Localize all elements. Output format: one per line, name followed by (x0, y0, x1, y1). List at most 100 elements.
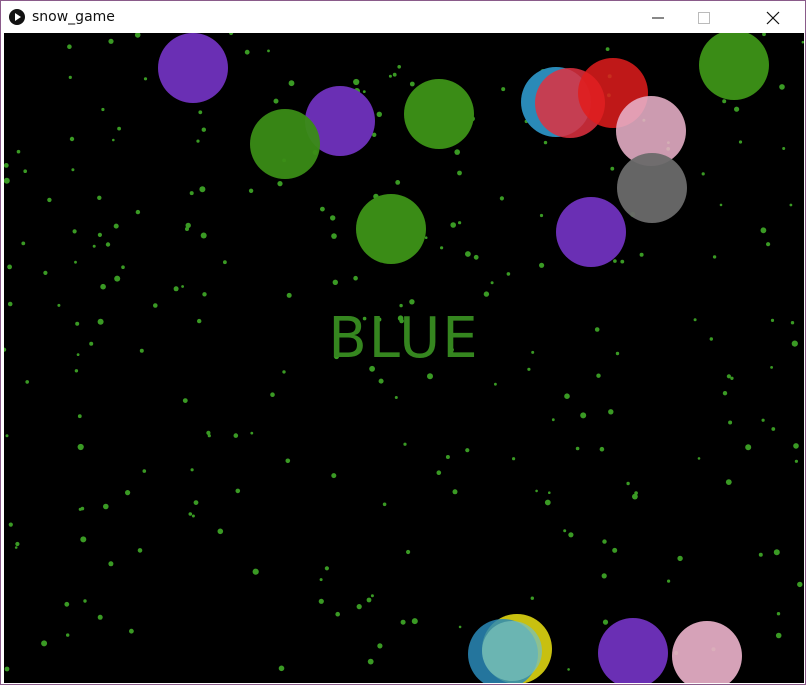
snowflake (667, 579, 671, 583)
snowflake (277, 181, 283, 187)
snowflake (766, 242, 771, 247)
snowflake (639, 252, 644, 257)
maximize-button[interactable] (681, 3, 727, 32)
snowflake (454, 149, 461, 155)
snowflake (331, 233, 337, 239)
snowflake (760, 227, 767, 234)
ball[interactable] (482, 621, 542, 681)
snowflake (217, 528, 224, 535)
snowflake (142, 469, 147, 473)
snowflake (181, 285, 185, 288)
snowflake (353, 275, 358, 281)
game-canvas[interactable]: BLUE (4, 33, 804, 683)
snowflake (15, 541, 20, 547)
snowflake (332, 279, 338, 285)
snowflake (64, 601, 70, 607)
ball[interactable] (617, 153, 687, 223)
snowflake (100, 283, 106, 290)
snowflake (758, 552, 763, 557)
snowflake (83, 599, 87, 603)
snowflake (771, 427, 776, 431)
ball[interactable] (404, 79, 474, 149)
snowflake (125, 490, 131, 496)
snowflake (403, 442, 407, 446)
snowflake (330, 215, 336, 221)
snowflake (113, 223, 119, 229)
play-icon (9, 9, 25, 25)
snowflake (233, 433, 239, 438)
snowflake (47, 197, 52, 203)
snowflake (66, 633, 70, 637)
snowflake (68, 75, 72, 79)
snowflake (252, 568, 259, 575)
snowflake (394, 396, 398, 399)
snowflake (71, 168, 75, 172)
snowflake (4, 666, 10, 672)
snowflake (738, 140, 743, 144)
snowflake (77, 443, 84, 451)
snowflake (494, 382, 497, 386)
snowflake (188, 512, 193, 516)
snowflake (409, 81, 415, 87)
snowflake (801, 40, 804, 44)
snowflake (235, 488, 241, 494)
ball[interactable] (598, 618, 668, 683)
snowflake (568, 532, 574, 538)
snowflake (512, 457, 516, 461)
snowflake (567, 668, 570, 671)
snowflake (366, 597, 372, 603)
snowflake (539, 262, 545, 268)
snowflake (465, 251, 471, 257)
snowflake (108, 38, 114, 44)
snowflake (613, 259, 617, 263)
ball[interactable] (672, 621, 742, 683)
ball[interactable] (699, 33, 769, 100)
snowflake (605, 47, 610, 51)
snowflake (7, 264, 12, 270)
title-bar[interactable]: snow_game (2, 2, 804, 32)
snowflake (548, 491, 551, 495)
snowflake (712, 255, 717, 259)
snowflake (229, 33, 234, 36)
snowflake (185, 227, 189, 231)
snowflake (273, 98, 279, 104)
snowflake (697, 457, 701, 460)
snowflake (409, 299, 415, 305)
snowflake (473, 254, 479, 260)
snowflake (319, 578, 323, 582)
snowflake (608, 409, 614, 415)
snowflake (201, 127, 206, 132)
minimize-button[interactable] (635, 3, 681, 32)
snowflake (551, 418, 555, 422)
snowflake (458, 221, 462, 225)
snowflake (288, 80, 295, 87)
ball[interactable] (250, 109, 320, 179)
snowflake (5, 434, 9, 438)
snowflake (189, 191, 194, 196)
snowflake (335, 611, 341, 617)
snowflake (436, 470, 442, 476)
snowflake (730, 376, 734, 380)
ball[interactable] (556, 197, 626, 267)
ball[interactable] (356, 194, 426, 264)
snowflake (173, 286, 179, 292)
snowflake (134, 33, 141, 38)
snowflake (77, 414, 82, 419)
snowflake (376, 111, 382, 118)
snowflake (793, 443, 799, 449)
ball[interactable] (158, 33, 228, 103)
snowflake (580, 412, 587, 419)
close-button[interactable] (750, 3, 796, 32)
snowflake (506, 272, 511, 276)
snowflake (450, 222, 457, 228)
snowflake (722, 391, 728, 396)
snowflake (97, 614, 103, 620)
snowflake (458, 625, 462, 629)
snowflake (108, 561, 114, 567)
snowflake (207, 434, 211, 438)
snowflake (285, 458, 291, 464)
snowflake (191, 514, 195, 518)
snowflake (182, 398, 188, 403)
snowflake (103, 503, 109, 510)
snowflake (745, 444, 752, 451)
